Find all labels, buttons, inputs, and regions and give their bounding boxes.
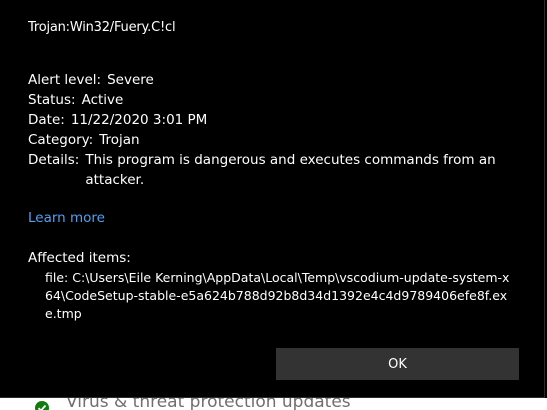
date-value: 11/22/2020 3:01 PM xyxy=(70,112,208,128)
date-row: Date: 11/22/2020 3:01 PM xyxy=(28,110,518,130)
affected-items-label: Affected items: xyxy=(28,250,131,266)
status-value: Active xyxy=(81,92,124,108)
date-label: Date: xyxy=(28,112,65,128)
threat-details: Alert level: Severe Status: Active Date:… xyxy=(28,70,518,190)
alert-level-row: Alert level: Severe xyxy=(28,70,518,90)
category-row: Category: Trojan xyxy=(28,130,518,150)
details-label: Details: xyxy=(28,152,80,168)
details-value: This program is dangerous and executes c… xyxy=(85,152,496,188)
background-section-title: Virus & threat protection updates xyxy=(66,398,351,410)
status-label: Status: xyxy=(28,92,76,108)
alert-level-label: Alert level: xyxy=(28,72,102,88)
status-row: Status: Active xyxy=(28,90,518,110)
check-icon xyxy=(35,401,49,410)
threat-name: Trojan:Win32/Fuery.C!cl xyxy=(28,20,176,35)
learn-more-link[interactable]: Learn more xyxy=(28,210,105,226)
category-label: Category: xyxy=(28,132,94,148)
alert-level-value: Severe xyxy=(107,72,154,88)
background-window-strip: Virus & threat protection updates xyxy=(0,398,547,410)
details-row: Details: This program is dangerous and e… xyxy=(28,150,518,190)
ok-button[interactable]: OK xyxy=(276,348,519,380)
affected-file-path: file: C:\Users\Eile Kerning\AppData\Loca… xyxy=(45,270,510,321)
threat-details-dialog: Trojan:Win32/Fuery.C!cl Alert level: Sev… xyxy=(0,0,545,398)
category-value: Trojan xyxy=(99,132,140,148)
